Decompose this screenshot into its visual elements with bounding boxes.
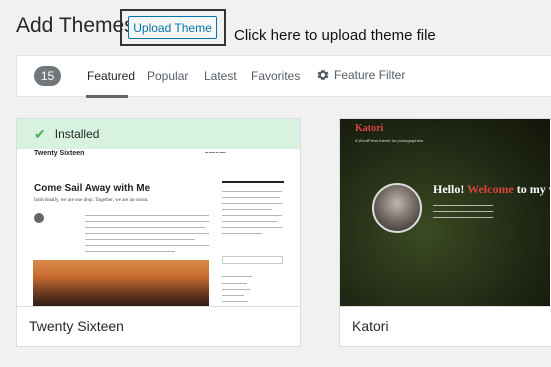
theme-screenshot[interactable]: Katori A WordPress theme for photographe… <box>340 119 550 307</box>
preview-text-line <box>85 239 195 240</box>
preview-sidebar-line <box>222 191 282 192</box>
preview-sunset-image <box>33 260 209 307</box>
preview-text-line <box>85 227 205 228</box>
preview-text-line <box>85 233 209 234</box>
preview-text-line: ━━━━━━━━━━━━━━━━━━━━━━━━━ <box>433 209 494 214</box>
preview-subtitle: Individually, we are one drop. Together,… <box>34 198 149 203</box>
installed-notice: ✔ Installed <box>17 119 300 149</box>
tab-featured[interactable]: Featured <box>87 69 135 83</box>
preview-sidebar-line <box>222 233 262 234</box>
theme-name: Katori <box>352 318 389 334</box>
preview-hero-title: Come Sail Away with Me <box>34 183 151 194</box>
installed-label: Installed <box>54 127 100 141</box>
preview-site-title: Katori <box>355 123 384 134</box>
preview-text-line <box>85 215 209 216</box>
preview-sidebar-line <box>222 289 250 290</box>
theme-card-footer: Twenty Sixteen <box>17 306 300 346</box>
preview-sidebar-line <box>222 227 282 228</box>
theme-count-badge: 15 <box>34 66 61 86</box>
preview-portrait <box>372 183 422 233</box>
preview-avatar <box>34 213 44 223</box>
upload-theme-button[interactable]: Upload Theme <box>128 16 217 39</box>
preview-sidebar-line <box>222 203 282 204</box>
preview-text-line <box>85 221 209 222</box>
preview-sidebar-line <box>222 295 244 296</box>
tab-latest[interactable]: Latest <box>204 69 237 83</box>
preview-sidebar-line <box>222 215 282 216</box>
theme-card-footer: Katori <box>340 306 551 346</box>
gear-icon <box>317 70 329 80</box>
theme-screenshot[interactable]: Twenty Sixteen ▬ ▬▬ ▬ ▬▬ Come Sail Away … <box>19 149 300 307</box>
preview-sidebar-line <box>222 301 248 302</box>
preview-sidebar-rule <box>222 181 284 183</box>
tab-popular[interactable]: Popular <box>147 69 188 83</box>
page-title: Add Themes <box>16 14 135 37</box>
preview-sidebar-line <box>222 221 277 222</box>
preview-sidebar-line <box>222 209 272 210</box>
preview-tagline: A WordPress theme for photographers <box>355 138 424 143</box>
preview-site-title: Twenty Sixteen <box>34 150 85 157</box>
preview-hello-heading: Hello! Welcome to my w <box>433 182 550 196</box>
preview-sidebar-line <box>222 283 247 284</box>
annotation-text: Click here to upload theme file <box>234 27 436 44</box>
feature-filter-button[interactable]: Feature Filter <box>317 68 405 82</box>
tab-favorites[interactable]: Favorites <box>251 69 300 83</box>
preview-text-line <box>85 245 209 246</box>
theme-card-katori[interactable]: Katori A WordPress theme for photographe… <box>339 118 551 347</box>
preview-text-line: ━━━━━━━━━━━━━━━━━━━━━━━━━ <box>433 215 494 220</box>
annotation-highlight-box: Upload Theme <box>120 9 226 46</box>
preview-sidebar-line <box>222 197 280 198</box>
theme-card-twenty-sixteen[interactable]: ✔ Installed Twenty Sixteen ▬ ▬▬ ▬ ▬▬ Com… <box>16 118 301 347</box>
feature-filter-label: Feature Filter <box>334 68 406 82</box>
preview-text-line: ━━━━━━━━━━━━━━━━━━━━━━━━━ <box>433 203 494 208</box>
current-tab-indicator <box>86 95 128 98</box>
preview-text-line <box>85 251 175 252</box>
preview-nav: ▬ ▬▬ ▬ ▬▬ <box>205 150 226 154</box>
theme-name: Twenty Sixteen <box>29 318 124 334</box>
checkmark-icon: ✔ <box>34 125 46 142</box>
preview-search-box <box>222 256 283 264</box>
preview-sidebar-line <box>222 276 252 277</box>
theme-filter-bar: 15 Featured Popular Latest Favorites Fea… <box>16 55 551 98</box>
